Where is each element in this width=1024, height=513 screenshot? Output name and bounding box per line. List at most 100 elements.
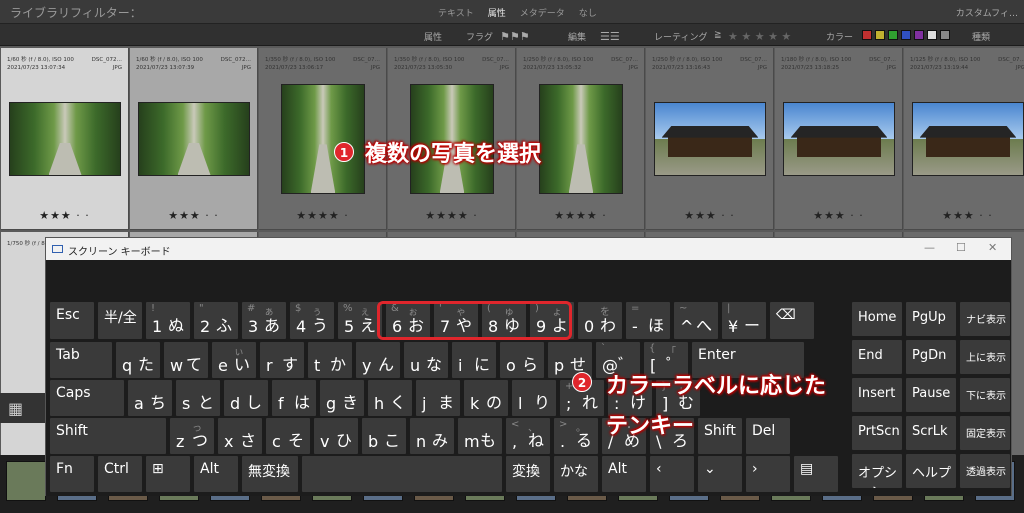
rating-stars[interactable]: ★ ★ ★ ★ ★ bbox=[728, 30, 791, 43]
keyboard-key[interactable]: xさ bbox=[218, 418, 262, 454]
rating-stars[interactable]: ★★★ · · bbox=[775, 209, 902, 222]
nav-key[interactable]: ヘルプ bbox=[906, 454, 956, 488]
nav-key[interactable]: 透過表示 bbox=[960, 454, 1010, 488]
keyboard-key[interactable]: $ ぅ 4 う bbox=[290, 302, 334, 339]
keyboard-key[interactable]: ⌫ bbox=[770, 302, 814, 339]
keyboard-key[interactable]: >。. る bbox=[554, 418, 598, 454]
keyboard-key[interactable]: sと bbox=[176, 380, 220, 416]
color-chip-green[interactable] bbox=[888, 30, 898, 40]
color-chip-purple[interactable] bbox=[914, 30, 924, 40]
keyboard-key[interactable]: wて bbox=[164, 342, 208, 378]
keyboard-key[interactable]: lり bbox=[512, 380, 556, 416]
keyboard-key[interactable]: Fn bbox=[50, 456, 94, 492]
keyboard-key[interactable]: nみ bbox=[410, 418, 454, 454]
rating-stars[interactable]: ★★★ · · bbox=[646, 209, 773, 222]
keyboard-key[interactable]: Ctrl bbox=[98, 456, 142, 492]
keyboard-key[interactable]: cそ bbox=[266, 418, 310, 454]
minimize-icon[interactable]: — bbox=[924, 241, 935, 254]
color-chip-gray[interactable] bbox=[940, 30, 950, 40]
nav-key[interactable]: End bbox=[852, 340, 902, 374]
keyboard-key[interactable]: Alt bbox=[194, 456, 238, 492]
nav-key[interactable]: 固定表示 bbox=[960, 416, 1010, 450]
keyboard-key[interactable]: ▤ bbox=[794, 456, 838, 492]
maximize-icon[interactable]: ☐ bbox=[956, 241, 966, 254]
keyboard-key[interactable]: aち bbox=[128, 380, 172, 416]
keyboard-key[interactable]: = - ほ bbox=[626, 302, 670, 339]
nav-key[interactable]: ScrLk bbox=[906, 416, 956, 450]
nav-key[interactable]: PgUp bbox=[906, 302, 956, 336]
keyboard-key[interactable]: bこ bbox=[362, 418, 406, 454]
keyboard-key[interactable]: Shift bbox=[50, 418, 166, 454]
keyboard-key[interactable]: gき bbox=[320, 380, 364, 416]
keyboard-key[interactable]: jま bbox=[416, 380, 460, 416]
keyboard-key[interactable]: ! 1 ぬ bbox=[146, 302, 190, 339]
nav-key[interactable]: ナビ表示 bbox=[960, 302, 1010, 336]
keyboard-key[interactable]: iに bbox=[452, 342, 496, 378]
keyboard-key[interactable]: 無変換 bbox=[242, 456, 298, 492]
grid-view-icon[interactable]: ▦ bbox=[8, 399, 23, 418]
keyboard-key[interactable]: Tab bbox=[50, 342, 112, 378]
keyboard-key[interactable]: ⌄ bbox=[698, 456, 742, 492]
keyboard-key[interactable]: Caps bbox=[50, 380, 124, 416]
keyboard-key[interactable]: uな bbox=[404, 342, 448, 378]
keyboard-key[interactable]: mも bbox=[458, 418, 502, 454]
keyboard-key[interactable]: <、, ね bbox=[506, 418, 550, 454]
keyboard-key[interactable]: っzつ bbox=[170, 418, 214, 454]
keyboard-key[interactable]: kの bbox=[464, 380, 508, 416]
keyboard-key[interactable]: Esc bbox=[50, 302, 94, 339]
grid-cell[interactable]: 1/60 秒 (f / 8.0), ISO 100 DSC_072… 2021/07… bbox=[130, 48, 258, 230]
nav-key[interactable]: PrtScn bbox=[852, 416, 902, 450]
keyboard-key[interactable]: hく bbox=[368, 380, 412, 416]
grid-cell[interactable]: 1/60 秒 (f / 8.0), ISO 100 DSC_072… 2021/07… bbox=[1, 48, 129, 230]
grid-cell[interactable]: 1/125 秒 (f / 8.0), ISO 100 DSC_07… 2021/07… bbox=[904, 48, 1024, 230]
keyboard-key[interactable]: qた bbox=[116, 342, 160, 378]
color-chip-red[interactable] bbox=[862, 30, 872, 40]
nav-key[interactable]: Insert bbox=[852, 378, 902, 412]
keyboard-key[interactable]: › bbox=[746, 456, 790, 492]
color-chip-yellow[interactable] bbox=[875, 30, 885, 40]
keyboard-key[interactable]: oら bbox=[500, 342, 544, 378]
keyboard-key[interactable]: rす bbox=[260, 342, 304, 378]
keyboard-key[interactable]: | ¥ ー bbox=[722, 302, 766, 339]
keyboard-key[interactable]: ~ ^ へ bbox=[674, 302, 718, 339]
close-icon[interactable]: ✕ bbox=[988, 241, 997, 254]
filter-tab-attribute[interactable]: 属性 bbox=[488, 6, 506, 19]
nav-key[interactable]: Home bbox=[852, 302, 902, 336]
keyboard-key[interactable]: " 2 ふ bbox=[194, 302, 238, 339]
nav-key[interactable]: PgDn bbox=[906, 340, 956, 374]
nav-key[interactable]: 下に表示 bbox=[960, 378, 1010, 412]
filter-tab-none[interactable]: なし bbox=[579, 6, 597, 19]
keyboard-key[interactable]: を0わ bbox=[578, 302, 622, 339]
filter-tab-metadata[interactable]: メタデータ bbox=[520, 6, 565, 19]
keyboard-key[interactable]: yん bbox=[356, 342, 400, 378]
keyboard-key[interactable]: % ぇ 5 え bbox=[338, 302, 382, 339]
rating-stars[interactable]: ★★★ · · bbox=[130, 209, 257, 222]
keyboard-key[interactable]: Shift bbox=[698, 418, 742, 454]
grid-cell[interactable]: 1/250 秒 (f / 8.0), ISO 100 DSC_07… 2021/07… bbox=[646, 48, 774, 230]
color-chip-white[interactable] bbox=[927, 30, 937, 40]
rating-stars[interactable]: ★★★ · · bbox=[1, 209, 128, 222]
rating-stars[interactable]: ★★★ · · bbox=[904, 209, 1024, 222]
keyboard-key[interactable]: tか bbox=[308, 342, 352, 378]
filter-tab-text[interactable]: テキスト bbox=[438, 6, 474, 19]
keyboard-key[interactable]: ‹ bbox=[650, 456, 694, 492]
rating-operator[interactable]: ≧ bbox=[714, 30, 722, 40]
rating-stars[interactable]: ★★★★ · bbox=[517, 209, 644, 222]
keyboard-key[interactable]: ⊞ bbox=[146, 456, 190, 492]
keyboard-key[interactable]: vひ bbox=[314, 418, 358, 454]
edit-state-icons[interactable]: ☰☰ bbox=[600, 30, 620, 43]
keyboard-key[interactable] bbox=[302, 456, 502, 492]
flag-icons[interactable]: ⚑⚑⚑ bbox=[500, 30, 530, 43]
nav-key[interactable]: オプション bbox=[852, 454, 902, 488]
rating-stars[interactable]: ★★★★ · bbox=[388, 209, 515, 222]
color-chip-blue[interactable] bbox=[901, 30, 911, 40]
keyboard-key[interactable]: # ぁ 3 あ bbox=[242, 302, 286, 339]
keyboard-key[interactable]: Alt bbox=[602, 456, 646, 492]
keyboard-key[interactable]: 半/全 bbox=[98, 302, 142, 339]
custom-filter-dropdown[interactable]: カスタムフィ… bbox=[956, 6, 1018, 19]
keyboard-key[interactable]: Del bbox=[746, 418, 790, 454]
filmstrip-thumbnail[interactable] bbox=[6, 461, 46, 501]
nav-key[interactable]: Pause bbox=[906, 378, 956, 412]
grid-cell[interactable]: 1/180 秒 (f / 8.0), ISO 100 DSC_07… 2021/07… bbox=[775, 48, 903, 230]
keyboard-key[interactable]: かな bbox=[554, 456, 598, 492]
